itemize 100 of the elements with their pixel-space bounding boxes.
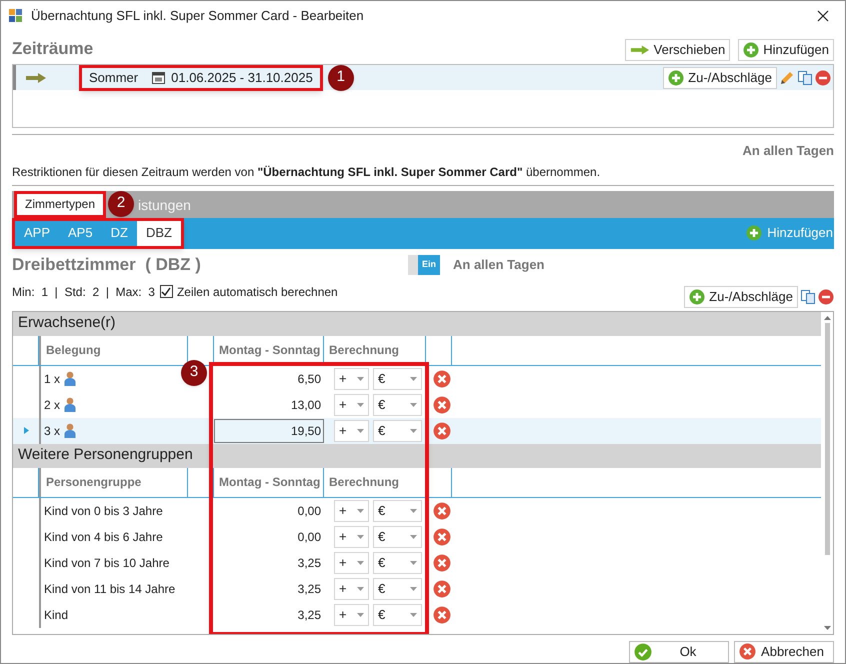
- caret-icon: [410, 612, 417, 616]
- row-label: 1 x: [44, 370, 60, 388]
- delete-icon: [433, 606, 451, 624]
- dropdown[interactable]: +: [334, 500, 369, 522]
- dropdown[interactable]: +: [334, 578, 369, 600]
- table-row[interactable]: Kind von 0 bis 3 Jahre 0,00 + €: [13, 498, 821, 524]
- delete-icon: [739, 643, 756, 660]
- cancel-button[interactable]: Abbrechen: [734, 640, 834, 662]
- price-cell[interactable]: 3,25: [214, 602, 324, 626]
- row-label: Kind von 7 bis 10 Jahre: [44, 554, 170, 572]
- caret-icon: [357, 508, 364, 512]
- plus-icon: [689, 288, 706, 304]
- delete-icon: [433, 370, 451, 388]
- dropdown[interactable]: +: [334, 604, 369, 626]
- caret-icon: [357, 586, 364, 590]
- caret-icon: [410, 376, 417, 380]
- price-cell[interactable]: 3,25: [214, 550, 324, 574]
- column-header: Montag - Sonntag: [214, 336, 324, 364]
- caret-icon: [357, 612, 364, 616]
- caret-icon: [357, 428, 364, 432]
- restriction-note: Restriktionen für diesen Zeitraum werden von "Übernachtung SFL inkl. Super Sommer Card" übernommen.: [12, 164, 602, 180]
- period-chip[interactable]: Sommer 01.06.2025 - 31.10.2025: [79, 64, 323, 90]
- table-row[interactable]: 3 x 19,50 + €: [13, 418, 821, 444]
- room-title: Dreibettzimmer ( DBZ ): [12, 254, 202, 276]
- caret-icon: [357, 402, 364, 406]
- person-icon: [64, 423, 76, 438]
- delete-icon: [433, 580, 451, 598]
- dropdown[interactable]: €: [373, 578, 422, 600]
- price-cell[interactable]: 3,25: [214, 576, 324, 600]
- arrow-right-icon: [25, 72, 47, 84]
- price-cell[interactable]: 6,50: [214, 366, 324, 390]
- dropdown[interactable]: +: [334, 526, 369, 548]
- minus-icon: [818, 288, 834, 304]
- caret-icon: [410, 534, 417, 538]
- caret-icon: [410, 508, 417, 512]
- toolbar-button[interactable]: Zu-/Abschläge: [684, 286, 798, 308]
- row-label: Kind von 11 bis 14 Jahre: [44, 580, 176, 598]
- dropdown[interactable]: +: [334, 368, 369, 390]
- price-cell[interactable]: 13,00: [214, 392, 324, 416]
- period-row[interactable]: Sommer 01.06.2025 - 31.10.2025 1 Zu-/Abschläge: [13, 65, 833, 90]
- caret-icon: [357, 534, 364, 538]
- room-limits: Min: 1 | Std: 2 | Max: 3: [12, 284, 155, 300]
- dropdown[interactable]: €: [373, 604, 422, 626]
- ok-button[interactable]: Ok: [629, 640, 729, 662]
- dropdown[interactable]: €: [373, 420, 422, 442]
- row-label: Kind: [44, 606, 68, 624]
- toolbar-button[interactable]: Hinzufügen: [738, 39, 834, 61]
- dropdown[interactable]: €: [373, 500, 422, 522]
- copy-icon[interactable]: [797, 70, 813, 86]
- checkbox[interactable]: [160, 285, 173, 298]
- dropdown[interactable]: +: [334, 552, 369, 574]
- delete-icon: [433, 528, 451, 546]
- price-cell[interactable]: 19,50: [214, 418, 324, 442]
- section-title: Zeiträume: [12, 38, 94, 60]
- pencil-icon[interactable]: [779, 70, 795, 86]
- scroll-down-icon[interactable]: [824, 626, 830, 630]
- row-label: Kind von 4 bis 6 Jahre: [44, 528, 163, 546]
- calendar-icon: [152, 71, 166, 84]
- column-header: Berechnung: [324, 468, 426, 496]
- toolbar-button[interactable]: Zu-/Abschläge: [663, 66, 777, 88]
- window-title: Übernachtung SFL inkl. Super Sommer Card - Bearbeiten: [31, 6, 365, 25]
- days-label: An allen Tagen: [453, 256, 544, 274]
- caret-icon: [410, 560, 417, 564]
- minus-icon: [815, 70, 831, 86]
- caret-icon: [357, 560, 364, 564]
- price-cell[interactable]: 0,00: [214, 524, 324, 548]
- tab[interactable]: Zimmertypen: [14, 190, 106, 218]
- dropdown[interactable]: +: [334, 420, 369, 442]
- column-header: Montag - Sonntag: [214, 468, 324, 496]
- delete-icon: [433, 502, 451, 520]
- caret-icon: [410, 428, 417, 432]
- days-label: An allen Tagen: [742, 142, 834, 160]
- dropdown[interactable]: €: [373, 394, 422, 416]
- dropdown[interactable]: €: [373, 526, 422, 548]
- column-header: Berechnung: [324, 336, 426, 364]
- group-header: Erwachsene(r): [13, 312, 821, 336]
- scroll-up-icon[interactable]: [824, 316, 830, 320]
- check-icon: [634, 642, 652, 660]
- toolbar-button[interactable]: Verschieben: [624, 39, 730, 61]
- room-type-tab[interactable]: DBZ: [136, 220, 181, 246]
- row-label: 2 x: [44, 396, 60, 414]
- caret-icon: [357, 376, 364, 380]
- group-header: Weitere Personengruppen: [13, 444, 821, 468]
- caret-icon: [410, 402, 417, 406]
- row-pointer-icon: [24, 427, 28, 434]
- caret-icon: [410, 586, 417, 590]
- callout-badge: 3: [181, 360, 207, 386]
- arrow-right-icon: [630, 44, 650, 56]
- plus-icon: [668, 70, 684, 86]
- price-cell[interactable]: 0,00: [214, 498, 324, 522]
- plus-icon: [746, 225, 762, 241]
- dropdown[interactable]: €: [373, 552, 422, 574]
- row-label: Kind von 0 bis 3 Jahre: [44, 502, 163, 520]
- callout-badge: 1: [328, 64, 354, 90]
- close-icon[interactable]: [817, 10, 829, 22]
- row-label: 3 x: [44, 422, 60, 440]
- dropdown[interactable]: +: [334, 394, 369, 416]
- dropdown[interactable]: €: [373, 368, 422, 390]
- copy-icon[interactable]: [800, 288, 816, 304]
- callout-badge: 2: [108, 190, 134, 216]
